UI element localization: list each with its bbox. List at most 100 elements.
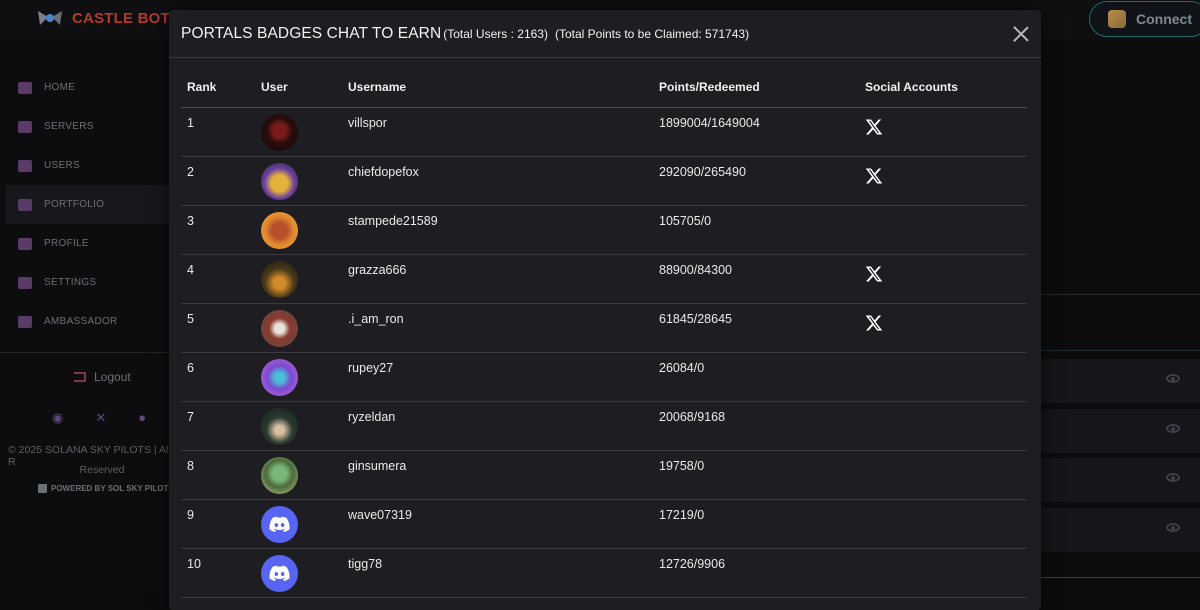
- column-header-user: User: [255, 80, 342, 108]
- points-value: 105705/0: [659, 214, 712, 228]
- rank-value: 7: [187, 410, 194, 424]
- background-row[interactable]: [1040, 508, 1200, 552]
- eye-icon[interactable]: [1166, 473, 1180, 482]
- user-cell: [255, 450, 342, 500]
- servers-icon: [18, 120, 32, 133]
- x-icon[interactable]: [865, 314, 883, 332]
- username-value: .i_am_ron: [348, 312, 404, 326]
- sidebar-item-servers[interactable]: SERVERS: [0, 107, 172, 146]
- discord-icon[interactable]: [261, 555, 298, 592]
- column-header-social: Social Accounts: [859, 80, 1027, 108]
- table-row: 3 stampede21589 105705/0: [181, 205, 1027, 255]
- user-cell: [255, 352, 342, 402]
- background-divider: [1040, 577, 1200, 578]
- user-avatar[interactable]: [261, 408, 298, 445]
- social-cell: [859, 156, 1027, 206]
- user-avatar[interactable]: [261, 163, 298, 200]
- column-header-username: Username: [342, 80, 653, 108]
- username-value: tigg78: [348, 557, 383, 571]
- user-avatar[interactable]: [261, 457, 298, 494]
- rank-cell: 3: [181, 205, 255, 255]
- points-value: 292090/265490: [659, 165, 746, 179]
- rank-cell: 1: [181, 107, 255, 157]
- rank-cell: 10: [181, 548, 255, 598]
- background-divider: [1040, 350, 1200, 351]
- sidebar-item-ambassador[interactable]: AMBASSADOR: [0, 302, 172, 341]
- close-icon[interactable]: [1013, 26, 1029, 42]
- powered-by-icon: [38, 484, 47, 493]
- background-row[interactable]: [1040, 409, 1200, 453]
- user-avatar[interactable]: [261, 114, 298, 151]
- eye-icon[interactable]: [1166, 424, 1180, 433]
- social-links: ◉ ✕ ●: [52, 410, 146, 426]
- brand-name: CASTLE BOTS: [72, 9, 181, 27]
- eye-icon[interactable]: [1166, 523, 1180, 532]
- rank-value: 4: [187, 263, 194, 277]
- username-cell: ginsumera: [342, 450, 653, 500]
- sidebar-item-profile[interactable]: PROFILE: [0, 224, 172, 263]
- user-avatar[interactable]: [261, 261, 298, 298]
- username-value: ryzeldan: [348, 410, 396, 424]
- leaderboard-modal: PORTALS BADGES CHAT TO EARN (Total Users…: [169, 10, 1041, 610]
- sidebar-item-home[interactable]: HOME: [0, 68, 172, 107]
- social-cell: [859, 499, 1027, 549]
- eye-icon[interactable]: [1166, 374, 1180, 383]
- username-cell: rupey27: [342, 352, 653, 402]
- user-cell: [255, 401, 342, 451]
- connect-label: Connect: [1136, 11, 1192, 27]
- telegram-icon[interactable]: ●: [138, 410, 146, 426]
- background-divider: [1040, 294, 1200, 295]
- rank-value: 5: [187, 312, 194, 326]
- brand[interactable]: CASTLE BOTS: [36, 7, 180, 29]
- table-row: 9 wave07319 17219/0: [181, 499, 1027, 549]
- logout-label: Logout: [94, 370, 131, 384]
- sidebar-item-users[interactable]: USERS: [0, 146, 172, 185]
- sidebar-item-settings[interactable]: SETTINGS: [0, 263, 172, 302]
- discord-icon[interactable]: ◉: [52, 410, 63, 426]
- background-row[interactable]: [1040, 359, 1200, 403]
- rank-value: 1: [187, 116, 194, 130]
- x-icon[interactable]: [865, 265, 883, 283]
- user-cell: [255, 303, 342, 353]
- rank-cell: 8: [181, 450, 255, 500]
- social-cell: [859, 352, 1027, 402]
- social-cell: [859, 205, 1027, 255]
- total-users: (Total Users : 2163): [443, 26, 548, 41]
- social-cell: [859, 254, 1027, 304]
- user-avatar[interactable]: [261, 212, 298, 249]
- user-avatar[interactable]: [261, 359, 298, 396]
- castle-logo-icon: [36, 7, 64, 29]
- rank-value: 10: [187, 557, 201, 571]
- sidebar-item-portfolio[interactable]: PORTFOLIO: [6, 185, 172, 224]
- username-cell: grazza666: [342, 254, 653, 304]
- user-cell: [255, 254, 342, 304]
- x-icon[interactable]: ✕: [95, 410, 106, 426]
- points-cell: 12726/9906: [653, 548, 859, 598]
- connect-wallet-button[interactable]: Connect: [1089, 1, 1200, 37]
- table-row: 10 tigg78 12726/9906: [181, 548, 1027, 598]
- x-icon[interactable]: [865, 118, 883, 136]
- points-value: 1899004/1649004: [659, 116, 760, 130]
- rank-value: 3: [187, 214, 194, 228]
- background-row[interactable]: [1040, 458, 1200, 502]
- user-cell: [255, 548, 342, 598]
- points-value: 12726/9906: [659, 557, 726, 571]
- points-cell: 1899004/1649004: [653, 107, 859, 157]
- social-cell: [859, 548, 1027, 598]
- sidebar: HOME SERVERS USERS PORTFOLIO PROFILE SET…: [0, 40, 172, 593]
- column-header-rank: Rank: [181, 80, 255, 108]
- points-cell: 19758/0: [653, 450, 859, 500]
- rank-value: 6: [187, 361, 194, 375]
- x-icon[interactable]: [865, 167, 883, 185]
- social-cell: [859, 107, 1027, 157]
- modal-title: PORTALS BADGES CHAT TO EARN: [181, 24, 442, 42]
- user-avatar[interactable]: [261, 310, 298, 347]
- points-value: 17219/0: [659, 508, 705, 522]
- powered-by-label: POWERED BY SOL SKY PILOTS: [51, 484, 174, 493]
- discord-icon[interactable]: [261, 506, 298, 543]
- sidebar-item-label: USERS: [44, 160, 80, 171]
- logout-icon: [74, 372, 86, 382]
- logout-button[interactable]: Logout: [74, 370, 131, 384]
- username-value: villspor: [348, 116, 387, 130]
- sidebar-divider: [0, 352, 172, 353]
